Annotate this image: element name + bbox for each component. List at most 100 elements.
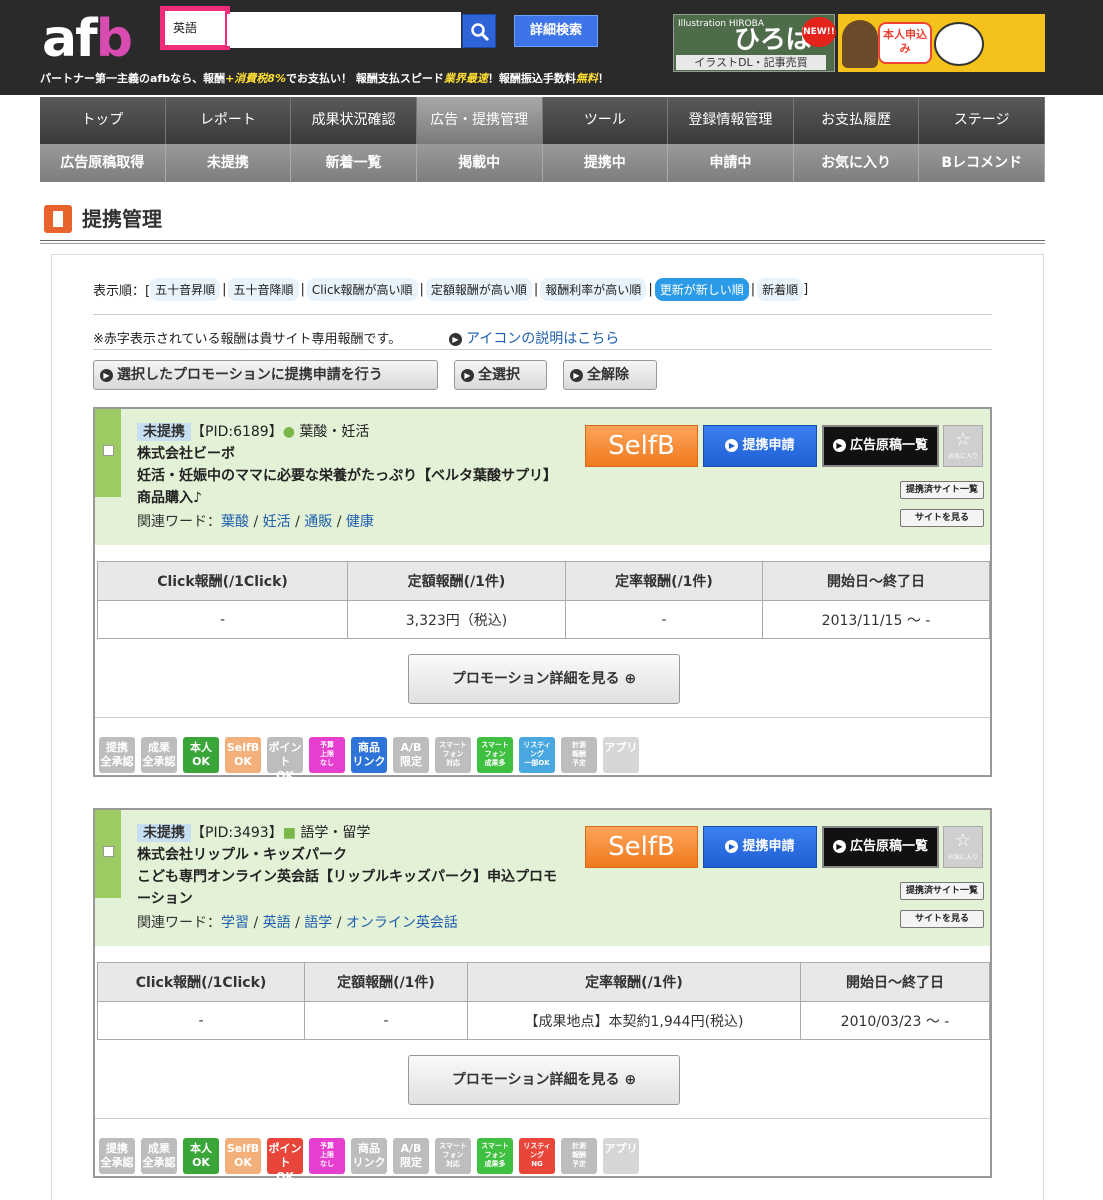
sort-kana-asc[interactable]: 五十音昇順	[150, 278, 221, 301]
view-site-button[interactable]: サイトを見る	[900, 509, 984, 527]
promotion-checkbox[interactable]	[103, 846, 114, 857]
reward-table: Click報酬(/1Click) 定額報酬(/1件) 定率報酬(/1件) 開始日〜終了…	[97, 561, 990, 639]
keyword-link[interactable]: 妊活	[263, 514, 291, 530]
sub-nav: 広告原稿取得 未提携 新着一覧 掲載中 提携中 申請中 お気に入り Bレコメンド	[40, 144, 1045, 182]
favorite-button[interactable]: ☆ お気に入り	[943, 425, 983, 467]
feature-badge-icon: スマート フォン 対応	[435, 737, 471, 773]
page-title: 提携管理	[44, 205, 162, 233]
feature-badge-icon: 商品 リンク	[351, 737, 387, 773]
feature-badge-icon: A/B 限定	[393, 1138, 429, 1174]
nav-tools[interactable]: ツール	[542, 97, 669, 144]
icon-help-link[interactable]: ▶ アイコンの説明はこちら	[449, 328, 619, 348]
subnav-favorites[interactable]: お気に入り	[793, 144, 920, 182]
sort-newest[interactable]: 新着順	[757, 278, 804, 301]
star-icon: ☆	[954, 830, 972, 851]
sort-reward-rate[interactable]: 報酬利率が高い順	[540, 278, 647, 301]
promotion-title[interactable]: こども専門オンライン英会話【リップルキッズパーク】申込プロモーション	[137, 866, 567, 910]
keyword-link[interactable]: 学習	[221, 915, 249, 931]
advanced-search-button[interactable]: 詳細検索	[514, 15, 598, 47]
afb-logo[interactable]: afb	[42, 13, 133, 65]
promotion-card: 未提携 【PID:6189】● 葉酸・妊活 株式会社ビーボ 妊活・妊娠中のママに必…	[93, 407, 992, 782]
subnav-new-list[interactable]: 新着一覧	[291, 144, 417, 182]
arrow-circle-icon: ▶	[461, 368, 474, 382]
subnav-unaffiliated[interactable]: 未提携	[165, 144, 292, 182]
feature-badge-icon: ポイント OK	[267, 737, 303, 782]
nav-payment-history[interactable]: お支払履歴	[793, 97, 920, 144]
select-all-button[interactable]: ▶ 全選択	[454, 360, 547, 390]
subnav-applying[interactable]: 申請中	[668, 144, 794, 182]
apply-button[interactable]: ▶ 提携申請	[703, 826, 817, 868]
zoom-icon: ⊕	[624, 1072, 637, 1088]
sort-click-reward[interactable]: Click報酬が高い順	[306, 278, 418, 301]
nav-stage[interactable]: ステージ	[919, 97, 1045, 144]
clear-all-button[interactable]: ▶ 全解除	[563, 360, 657, 390]
nav-ad-management[interactable]: 広告・提携管理	[416, 97, 543, 144]
nav-registration[interactable]: 登録情報管理	[668, 97, 794, 144]
favorite-button[interactable]: ☆ お気に入り	[943, 826, 983, 868]
self-apply-banner[interactable]: 本人申込み	[838, 14, 1045, 72]
feature-badge-icon: 計測 報酬 予定	[561, 1138, 597, 1174]
promotion-header: 未提携 【PID:6189】● 葉酸・妊活 株式会社ビーボ 妊活・妊娠中のママに必…	[95, 409, 990, 545]
bear-mascot-icon	[842, 20, 878, 68]
banner-title: ひろば	[734, 25, 813, 55]
apply-selected-button[interactable]: ▶ 選択したプロモーションに提携申請を行う	[93, 360, 438, 390]
feature-badge-icon: 商品 リンク	[351, 1138, 387, 1174]
feature-badge-icon: スマート フォン 成果多	[477, 1138, 513, 1174]
hiroba-banner[interactable]: Illustration HIROBA ひろば イラストDL・記事売買 NEW!…	[673, 14, 836, 72]
new-badge: NEW!!	[802, 17, 836, 47]
feature-badge-icon: SelfB OK	[225, 737, 261, 773]
arrow-circle-icon: ▶	[100, 368, 113, 382]
search-input[interactable]	[227, 14, 457, 46]
company-name: 株式会社ビーボ	[137, 446, 235, 462]
promotion-detail-button[interactable]: プロモーション詳細を見る ⊕	[408, 654, 680, 704]
affiliated-sites-button[interactable]: 提携済サイト一覧	[900, 882, 984, 900]
feature-icons: 提携 全承認 成果 全承認 本人 OK SelfB OK ポイント OK 予算 上限 なし 商品 リンク A/…	[95, 1118, 990, 1183]
sort-kana-desc[interactable]: 五十音降順	[228, 278, 299, 301]
search-button[interactable]	[462, 14, 496, 48]
status-badge: 未提携	[137, 824, 191, 842]
sort-fixed-reward[interactable]: 定額報酬が高い順	[425, 278, 532, 301]
view-site-button[interactable]: サイトを見る	[900, 910, 984, 928]
tagline: パートナー第一主義のafbなら、報酬+消費税8%でお支払い！ 報酬支払スピード業…	[40, 72, 609, 85]
keyword-link[interactable]: 語学	[304, 915, 332, 931]
page-title-text: 提携管理	[82, 207, 162, 231]
book-icon: ■	[282, 825, 296, 841]
promotion-checkbox[interactable]	[103, 445, 114, 456]
promotion-detail-button[interactable]: プロモーション詳細を見る ⊕	[408, 1055, 680, 1105]
reward-table: Click報酬(/1Click) 定額報酬(/1件) 定率報酬(/1件) 開始日〜終了…	[97, 962, 990, 1040]
ad-material-list-button[interactable]: ▶ 広告原稿一覧	[822, 826, 939, 868]
keyword-link[interactable]: 健康	[346, 514, 374, 530]
title-divider	[40, 240, 1045, 244]
feature-badge-icon: スマート フォン 対応	[435, 1138, 471, 1174]
keyword-link[interactable]: 英語	[263, 915, 291, 931]
feature-badge-icon: 本人 OK	[183, 737, 219, 773]
affiliated-sites-button[interactable]: 提携済サイト一覧	[900, 481, 984, 499]
keyword-link[interactable]: 通販	[304, 514, 332, 530]
apply-button[interactable]: ▶ 提携申請	[703, 425, 817, 467]
promotion-title[interactable]: 妊活・妊娠中のママに必要な栄養がたっぷり【ベルタ葉酸サプリ】商品購入♪	[137, 465, 567, 509]
nav-results[interactable]: 成果状況確認	[291, 97, 417, 144]
subnav-b-recommend[interactable]: Bレコメンド	[919, 144, 1045, 182]
subnav-publishing[interactable]: 掲載中	[416, 144, 543, 182]
nav-top[interactable]: トップ	[40, 97, 166, 144]
main-nav: トップ レポート 成果状況確認 広告・提携管理 ツール 登録情報管理 お支払履歴…	[40, 97, 1045, 144]
search-keyword-field[interactable]: 英語	[160, 6, 230, 50]
keyword-link[interactable]: 葉酸	[221, 514, 249, 530]
feature-badge-icon: 成果 全承認	[141, 1138, 177, 1174]
ad-material-list-button[interactable]: ▶ 広告原稿一覧	[822, 425, 939, 467]
sort-close-bracket: ]	[803, 282, 809, 297]
feature-badge-icon: アプリ	[603, 737, 639, 773]
selfb-button[interactable]: SelfB	[585, 826, 698, 868]
subnav-ad-material[interactable]: 広告原稿取得	[40, 144, 166, 182]
nav-report[interactable]: レポート	[165, 97, 292, 144]
related-keywords: 関連ワード：学習 / 英語 / 語学 / オンライン英会話	[137, 915, 458, 931]
feature-badge-icon: 提携 全承認	[99, 1138, 135, 1174]
sort-updated[interactable]: 更新が新しい順	[654, 278, 749, 301]
selfb-button[interactable]: SelfB	[585, 425, 698, 467]
subnav-affiliated[interactable]: 提携中	[542, 144, 669, 182]
arrow-circle-icon: ▶	[725, 840, 739, 853]
pid: 【PID:3493】	[191, 825, 283, 841]
related-keywords: 関連ワード：葉酸 / 妊活 / 通販 / 健康	[137, 514, 374, 530]
divider	[93, 314, 992, 315]
keyword-link[interactable]: オンライン英会話	[346, 915, 458, 931]
